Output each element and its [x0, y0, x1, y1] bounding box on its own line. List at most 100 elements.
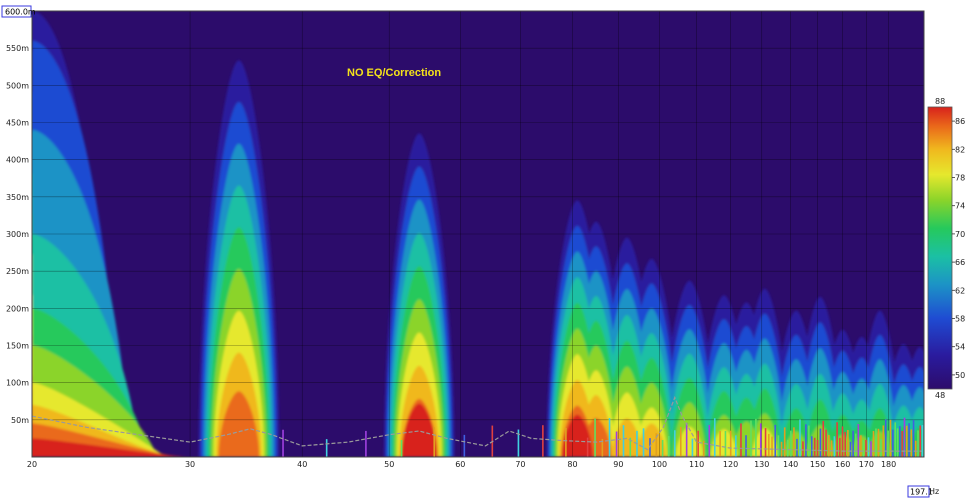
y-tick-label: 450m [6, 119, 29, 128]
impulse-bar [771, 436, 773, 457]
impulse-bar [750, 420, 752, 457]
impulse-bar [708, 424, 711, 457]
impulse-bar [802, 441, 804, 457]
impulse-bar [799, 419, 801, 457]
y-tick-label: 100m [6, 379, 29, 388]
impulse-bar [433, 427, 436, 457]
colorbar-tick-label: 70 [955, 230, 965, 239]
x-tick-label: 130 [754, 460, 769, 469]
impulse-bar [608, 418, 611, 457]
impulse-bar [841, 426, 844, 457]
impulse-bar [622, 425, 625, 457]
colorbar-tick-label: 62 [955, 286, 965, 295]
impulse-bar [836, 422, 838, 457]
impulse-bar [615, 431, 618, 457]
x-tick-label: 90 [613, 460, 623, 469]
impulse-bar [777, 435, 780, 457]
impulse-bar [805, 424, 807, 457]
impulse-bar [724, 431, 727, 457]
impulse-bar [642, 428, 645, 457]
colorbar-tick-label: 50 [955, 371, 965, 380]
impulse-bar [810, 436, 813, 457]
impulse-bar [586, 437, 589, 457]
impulse-bar [870, 441, 872, 457]
colorbar [927, 106, 953, 390]
x-tick-label: 150 [810, 460, 825, 469]
x-tick-label: 160 [835, 460, 850, 469]
impulse-bar [813, 437, 816, 457]
impulse-bar [908, 423, 910, 457]
impulse-bar [910, 429, 913, 457]
impulse-bar [852, 430, 854, 457]
impulse-bar [860, 435, 862, 457]
x-tick-label: 70 [515, 460, 525, 469]
impulse-bar [793, 427, 795, 457]
impulse-bar [674, 430, 676, 457]
impulse-bar [759, 423, 762, 457]
impulse-bar [740, 423, 742, 457]
impulse-bar [745, 435, 747, 457]
impulse-bar [828, 435, 830, 457]
y-tick-label: 500m [6, 81, 29, 90]
y-tick-label: 200m [6, 304, 29, 313]
impulse-bar [735, 435, 737, 457]
colorbar-tick-label: 82 [955, 145, 965, 154]
x-tick-label: 100 [652, 460, 667, 469]
x-tick-label: 30 [185, 460, 195, 469]
impulse-bar [565, 427, 567, 457]
impulse-bar [822, 420, 825, 457]
impulse-bar [691, 438, 694, 457]
impulse-bar [921, 425, 924, 457]
impulse-bar [713, 418, 716, 457]
x-tick-label: 180 [881, 460, 896, 469]
impulse-bar [830, 440, 833, 457]
impulse-bar [862, 440, 865, 457]
impulse-bar [783, 427, 786, 457]
colorbar-max-label: 88 [935, 97, 945, 106]
y-tick-label: 550m [6, 44, 29, 53]
impulse-bar [816, 439, 819, 457]
x-tick-label: 140 [783, 460, 798, 469]
impulse-bar [594, 418, 596, 457]
y-tick-label: 400m [6, 156, 29, 165]
impulse-bar [667, 436, 670, 457]
impulse-bar [839, 437, 841, 457]
colorbar-tick-label: 86 [955, 117, 965, 126]
impulse-bar [919, 425, 922, 457]
x-tick-label: 120 [723, 460, 738, 469]
impulse-bar [914, 440, 917, 457]
colorbar-min-label: 48 [935, 391, 945, 400]
impulse-bar [774, 424, 777, 457]
impulse-bar [833, 436, 836, 457]
impulse-bar [875, 428, 877, 457]
colorbar-tick-label: 78 [955, 174, 965, 183]
impulse-bar [887, 430, 889, 457]
y-axis: 50m 100m 150m 200m 250m 300m 350m 400m 450m 500m 5… [6, 44, 29, 425]
impulse-bar [880, 438, 882, 457]
impulse-bar [892, 429, 894, 457]
impulse-bar [685, 423, 688, 457]
impulse-bar [917, 430, 919, 457]
impulse-bar [872, 431, 875, 457]
x-tick-label: 50 [384, 460, 394, 469]
impulse-bar [729, 430, 732, 457]
impulse-bar [755, 418, 757, 457]
x-tick-label: 60 [455, 460, 465, 469]
impulse-bar [896, 428, 899, 457]
impulse-bar [697, 430, 699, 457]
x-tick-label: 40 [297, 460, 307, 469]
colorbar-tick-label: 54 [955, 343, 965, 352]
impulse-bar [796, 438, 798, 457]
x-tick-label: 110 [689, 460, 704, 469]
impulse-bar [719, 431, 721, 457]
impulse-bar [808, 425, 810, 457]
impulse-bar [865, 439, 867, 457]
impulse-bar [849, 441, 852, 457]
impulse-bar [877, 428, 880, 457]
impulse-bar [365, 430, 367, 457]
colorbar-ticks: 50 54 58 62 66 70 74 78 82 86 [952, 117, 965, 380]
impulse-bar [857, 424, 860, 457]
impulse-bar [787, 439, 789, 457]
y-tick-label: 250m [6, 267, 29, 276]
chart-title: NO EQ/Correction [347, 67, 441, 79]
